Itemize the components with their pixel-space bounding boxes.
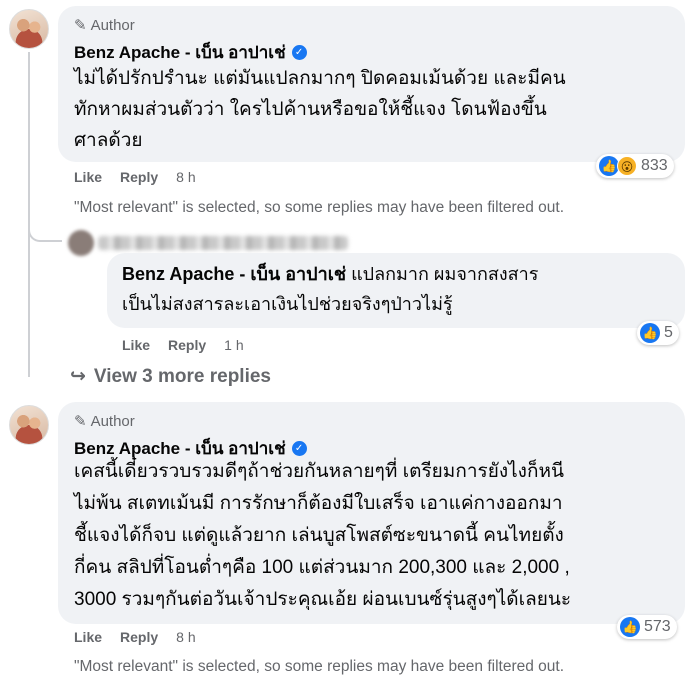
comment-bubble: ✎ Author Benz Apache - เบ็น อาปาเช่ ✓ เค… xyxy=(58,402,685,624)
thread-connector xyxy=(28,222,62,242)
reply-actions: Like Reply 1 h xyxy=(122,337,244,353)
like-button[interactable]: Like xyxy=(74,169,102,185)
comment-line: กี่คน สลิปที่โอนต่ำๆคือ 100 แต่ส่วนมาก 2… xyxy=(74,557,570,578)
reaction-summary[interactable]: 👍 5 xyxy=(637,321,679,345)
reply-author-name[interactable]: Benz Apache - เบ็น อาปาเช่ xyxy=(122,264,346,284)
author-badge-label: Author xyxy=(90,16,135,34)
reply-button[interactable]: Reply xyxy=(120,629,158,645)
reaction-summary[interactable]: 👍 573 xyxy=(617,615,677,639)
like-button[interactable]: Like xyxy=(74,629,102,645)
view-more-replies[interactable]: ↪ View 3 more replies xyxy=(70,365,271,388)
comment-line: ศาลด้วย xyxy=(74,130,143,151)
comment-actions: Like Reply 8 h xyxy=(74,169,196,185)
thread-line xyxy=(28,52,30,377)
reply-button[interactable]: Reply xyxy=(120,169,158,185)
comment-text: เคสนี้เดี๋ยวรวบรวมดีๆถ้าช่วยกันหลายๆที่ … xyxy=(74,456,679,616)
timestamp[interactable]: 1 h xyxy=(224,337,243,353)
like-reaction-icon: 👍 xyxy=(620,617,640,637)
author-badge: ✎ Author xyxy=(74,412,135,431)
redacted-name xyxy=(98,236,348,250)
comment-actions: Like Reply 8 h xyxy=(74,629,196,645)
view-more-replies-label[interactable]: View 3 more replies xyxy=(94,366,271,388)
comment-line: ทักหาผมส่วนตัวว่า ใครไปค้านหรือขอให้ชี้แ… xyxy=(74,99,547,120)
comment-line: ชี้แจงได้ก็จบ แต่ดูแล้วยาก เล่นบูสโพสต์ซ… xyxy=(74,525,564,546)
comment-line: ไม่พ้น สเตทเม้นมี การรักษาก็ต้องมีใบเสร็… xyxy=(74,493,563,514)
commenter-name[interactable]: Benz Apache - เบ็น อาปาเช่ ✓ xyxy=(74,39,307,66)
comment-line: เคสนี้เดี๋ยวรวบรวมดีๆถ้าช่วยกันหลายๆที่ … xyxy=(74,461,564,482)
comment-line: 3000 รวมๆกันต่อวันเจ้าประคุณเอ้ย ผ่อนเบน… xyxy=(74,589,572,610)
verified-badge-icon: ✓ xyxy=(291,45,307,60)
timestamp[interactable]: 8 h xyxy=(176,169,195,185)
avatar[interactable] xyxy=(9,405,49,445)
like-reaction-icon: 👍 xyxy=(599,156,619,176)
comment-line: ไม่ได้ปรักปรำนะ แต่มันแปลกมากๆ ปิดคอมเม้… xyxy=(74,68,566,89)
reaction-count: 573 xyxy=(644,618,671,635)
filter-note: "Most relevant" is selected, so some rep… xyxy=(74,658,565,675)
reply-arrow-icon: ↪ xyxy=(70,366,86,387)
pencil-icon: ✎ xyxy=(74,17,87,34)
verified-badge-icon: ✓ xyxy=(291,441,307,456)
like-button[interactable]: Like xyxy=(122,337,150,353)
timestamp[interactable]: 8 h xyxy=(176,629,195,645)
comment-bubble: ✎ Author Benz Apache - เบ็น อาปาเช่ ✓ ไม… xyxy=(58,6,685,162)
reply-bubble: Benz Apache - เบ็น อาปาเช่ แปลกมาก ผมจาก… xyxy=(107,253,685,328)
author-badge-label: Author xyxy=(90,412,135,430)
reaction-count: 5 xyxy=(664,324,673,341)
reply-line: เป็นไม่สงสารละเอาเงินไปช่วยจริงๆป่าวไม่ร… xyxy=(122,294,453,314)
comment-text: ไม่ได้ปรักปรำนะ แต่มันแปลกมากๆ ปิดคอมเม้… xyxy=(74,63,679,156)
like-reaction-icon: 👍 xyxy=(640,323,660,343)
reply-line: Benz Apache - เบ็น อาปาเช่ แปลกมาก ผมจาก… xyxy=(122,259,677,289)
reaction-count: 833 xyxy=(641,157,668,174)
reply-text: Benz Apache - เบ็น อาปาเช่ แปลกมาก ผมจาก… xyxy=(122,259,677,319)
reaction-summary[interactable]: 👍 😮 833 xyxy=(596,154,674,178)
reply-button[interactable]: Reply xyxy=(168,337,206,353)
avatar[interactable] xyxy=(68,230,94,256)
wow-reaction-icon: 😮 xyxy=(617,156,637,176)
pencil-icon: ✎ xyxy=(74,413,87,430)
filter-note: "Most relevant" is selected, so some rep… xyxy=(74,199,565,216)
reply-text-line: แปลกมาก ผมจากสงสาร xyxy=(351,264,539,284)
commenter-name-text[interactable]: Benz Apache - เบ็น อาปาเช่ xyxy=(74,39,286,66)
author-badge: ✎ Author xyxy=(74,16,135,35)
avatar[interactable] xyxy=(9,9,49,49)
